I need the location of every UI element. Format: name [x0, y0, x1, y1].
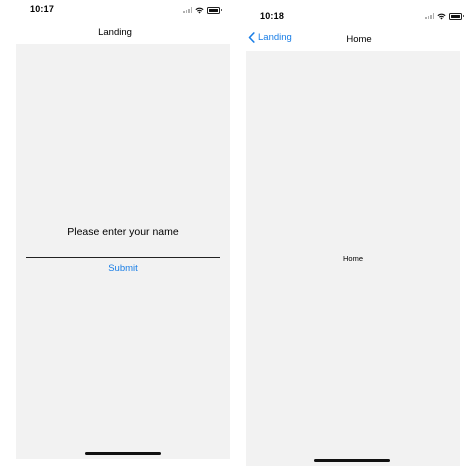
landing-content: Please enter your name Submit: [16, 44, 230, 459]
home-screen: 10:18 Landing Home Home: [244, 0, 474, 474]
status-bar: 10:18: [244, 0, 474, 22]
submit-button[interactable]: Submit: [16, 263, 230, 274]
wifi-icon: [195, 7, 204, 13]
wifi-icon: [437, 13, 446, 19]
home-content: Home: [246, 51, 460, 466]
home-indicator[interactable]: [85, 452, 161, 455]
battery-icon: [449, 12, 464, 20]
battery-icon: [207, 6, 222, 14]
name-prompt-label: Please enter your name: [67, 226, 179, 238]
cellular-signal-icon: [183, 7, 192, 13]
navigation-bar: Landing: [0, 22, 230, 42]
status-bar: 10:17: [0, 0, 230, 22]
status-time: 10:17: [30, 4, 55, 14]
landing-screen: 10:17 Landing Please enter your name Sub…: [0, 0, 230, 474]
status-time: 10:18: [260, 11, 285, 21]
home-indicator[interactable]: [314, 459, 390, 462]
home-label: Home: [342, 254, 363, 263]
nav-title: Landing: [98, 27, 132, 38]
cellular-signal-icon: [425, 13, 434, 19]
navigation-bar: Landing Home: [244, 29, 474, 49]
status-icons: [425, 12, 464, 20]
nav-title: Home: [346, 34, 372, 45]
name-input[interactable]: [26, 247, 220, 258]
status-icons: [183, 6, 222, 14]
